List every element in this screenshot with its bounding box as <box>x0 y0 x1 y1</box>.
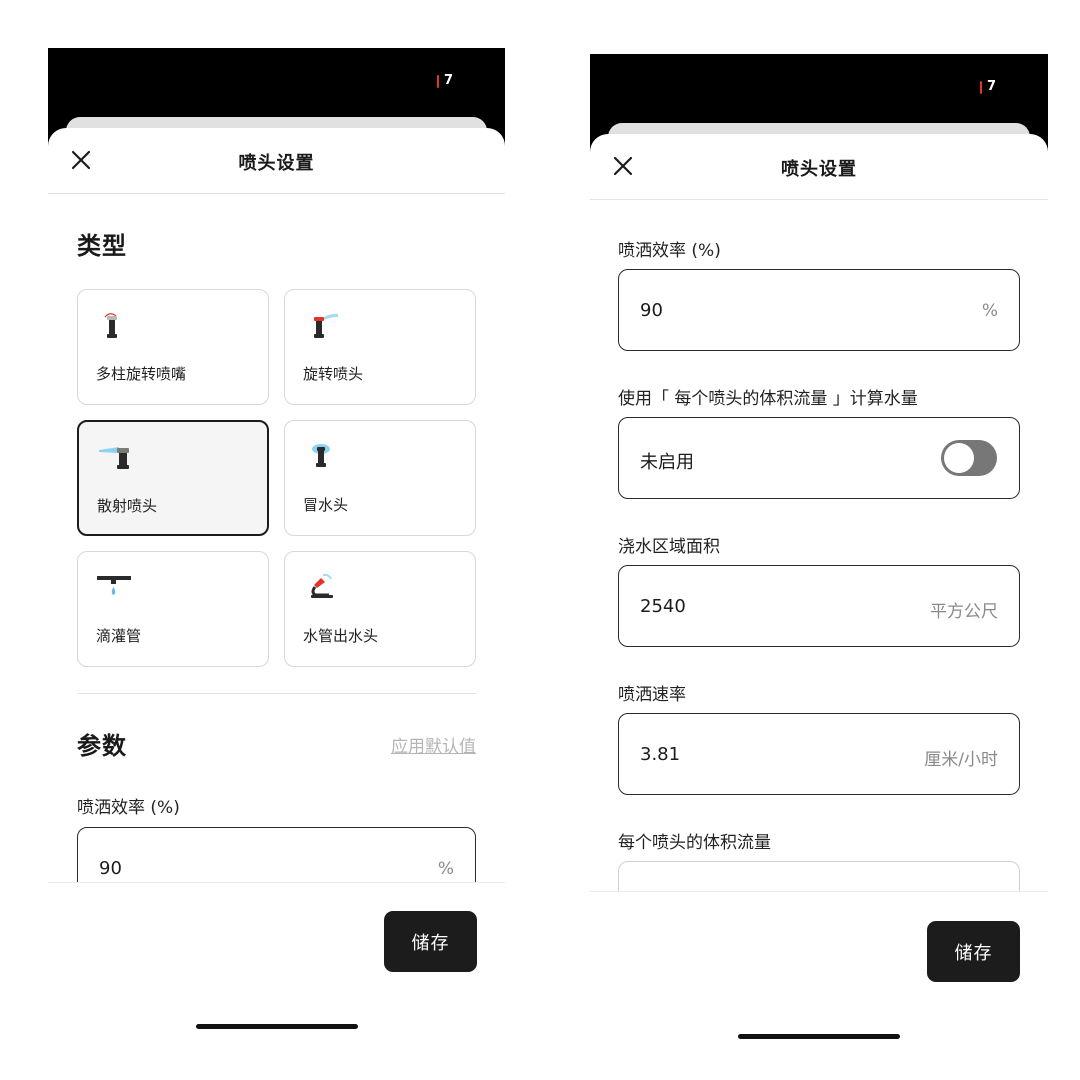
area-label: 浇水区域面积 <box>618 537 720 557</box>
type-card-bubbler[interactable]: 冒水头 <box>284 420 476 536</box>
rate-label: 喷洒速率 <box>618 685 686 705</box>
sheet-footer: 储存 <box>48 882 505 1038</box>
type-card-drip-line[interactable]: 滴灌管 <box>77 551 269 667</box>
type-card-spray[interactable]: 散射喷头 <box>77 420 269 536</box>
status-badge-number: 7 <box>443 73 453 88</box>
type-section-title: 类型 <box>77 232 127 260</box>
section-divider <box>77 693 476 694</box>
type-card-rotor[interactable]: 旋转喷头 <box>284 289 476 405</box>
type-card-multi-stream-rotor[interactable]: 多柱旋转喷嘴 <box>77 289 269 405</box>
use-flow-status: 未启用 <box>640 452 694 473</box>
save-button[interactable]: 储存 <box>384 911 477 972</box>
efficiency-label: 喷洒效率 (%) <box>618 241 721 261</box>
status-indicator-line <box>436 74 439 88</box>
toggle-knob <box>944 443 974 473</box>
status-indicator-line <box>979 80 982 94</box>
flow-label: 每个喷头的体积流量 <box>618 833 771 853</box>
status-badge-number: 7 <box>986 79 996 94</box>
type-label: 旋转喷头 <box>303 365 364 383</box>
phone-screen-left: 7 喷头设置 类型 多柱旋转喷嘴 旋转喷头 散射喷头 冒水头 滴灌管 水管出水头… <box>48 48 505 1038</box>
sheet-footer: 储存 <box>590 891 1048 1044</box>
efficiency-value: 90 <box>640 300 663 321</box>
params-section-title: 参数 <box>77 732 127 760</box>
drip-line-icon <box>97 576 131 595</box>
status-badge: 7 <box>979 79 996 94</box>
type-card-hose-outlet[interactable]: 水管出水头 <box>284 551 476 667</box>
type-label: 冒水头 <box>303 496 349 514</box>
use-flow-label: 使用「 每个喷头的体积流量 」计算水量 <box>618 389 918 409</box>
hose-outlet-icon <box>311 573 333 598</box>
type-label: 散射喷头 <box>97 497 158 515</box>
use-flow-toggle[interactable] <box>941 440 997 476</box>
area-unit: 平方公尺 <box>930 602 998 622</box>
bubbler-icon <box>312 444 330 467</box>
type-label: 滴灌管 <box>96 627 142 645</box>
sheet-title: 喷头设置 <box>238 153 315 174</box>
efficiency-input[interactable]: 90 % <box>618 269 1020 351</box>
efficiency-unit: % <box>437 859 454 879</box>
type-label: 水管出水头 <box>303 627 379 645</box>
apply-defaults-link[interactable]: 应用默认值 <box>391 732 476 757</box>
save-button[interactable]: 储存 <box>927 921 1020 982</box>
multi-stream-rotor-icon <box>104 313 117 338</box>
sheet-header: 喷头设置 <box>590 134 1048 200</box>
spray-nozzle-icon <box>99 447 129 469</box>
home-indicator <box>196 1024 358 1029</box>
rate-input[interactable]: 3.81 厘米/小时 <box>618 713 1020 795</box>
use-flow-toggle-row[interactable]: 未启用 <box>618 417 1020 499</box>
efficiency-label: 喷洒效率 (%) <box>77 798 180 818</box>
home-indicator <box>738 1034 900 1039</box>
rate-value: 3.81 <box>640 744 681 765</box>
rotor-icon <box>314 313 338 338</box>
sheet-title: 喷头设置 <box>781 159 857 180</box>
efficiency-unit: % <box>981 301 998 321</box>
rate-unit: 厘米/小时 <box>924 750 998 770</box>
area-input[interactable]: 2540 平方公尺 <box>618 565 1020 647</box>
status-badge: 7 <box>436 73 453 88</box>
efficiency-value: 90 <box>99 858 122 879</box>
phone-screen-right: 7 喷头设置 喷洒效率 (%) 90 % 使用「 每个喷头的体积流量 」计算水量… <box>590 54 1048 1044</box>
area-value: 2540 <box>640 596 686 617</box>
sheet-header: 喷头设置 <box>48 128 505 194</box>
type-label: 多柱旋转喷嘴 <box>96 365 187 383</box>
